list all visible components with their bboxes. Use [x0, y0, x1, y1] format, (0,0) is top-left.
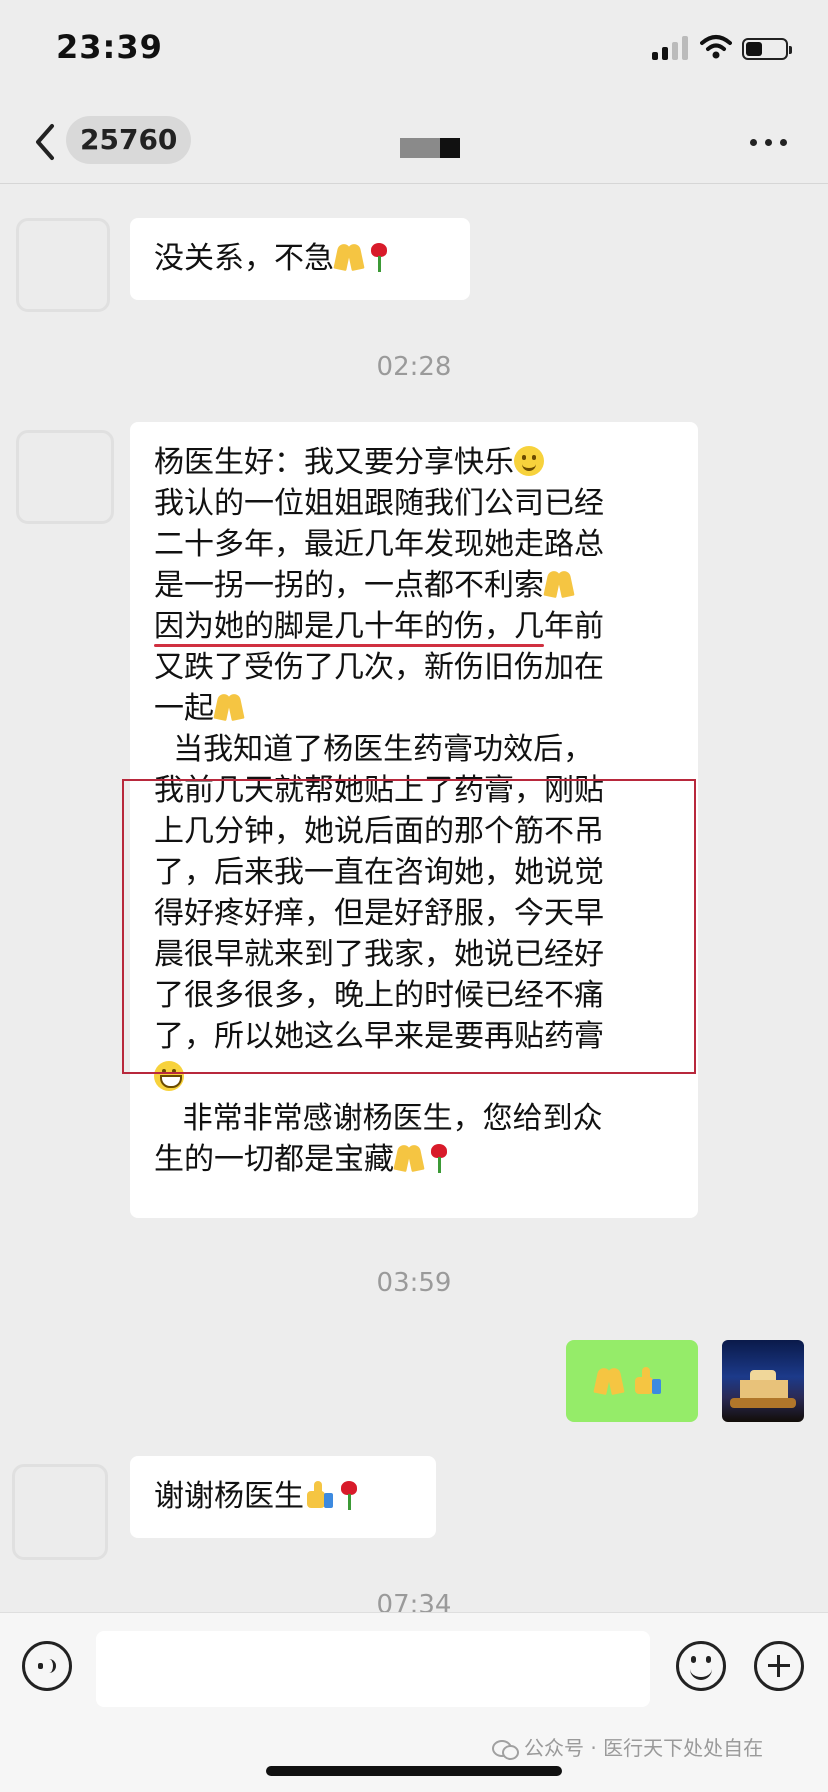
timestamp: 02:28: [376, 352, 452, 382]
watermark: 公众号 · 医行天下处处自在: [492, 1732, 763, 1761]
input-bar: [0, 1612, 828, 1792]
smile-icon: [514, 446, 544, 476]
chat-title-redacted: [400, 138, 460, 158]
message-bubble[interactable]: 没关系，不急: [130, 218, 470, 300]
battery-icon: [742, 38, 792, 60]
message-text: 生的一切都是宝藏: [154, 1142, 394, 1177]
back-chevron-icon[interactable]: [30, 122, 60, 162]
red-underline-annotation: [154, 644, 544, 647]
chat-header: 25760: [0, 100, 828, 184]
wechat-logo-icon: [492, 1738, 519, 1760]
message-line: 又跌了受伤了几次，新伤旧伤加在: [154, 650, 604, 685]
message-line: 非常非常感谢杨医生，您给到众: [154, 1101, 603, 1136]
rose-icon: [334, 1480, 364, 1510]
folded-hands-icon: [544, 569, 574, 599]
message-line: 杨医生好：我又要分享快乐: [154, 442, 674, 483]
emoji-picker-icon[interactable]: [676, 1641, 726, 1691]
message-bubble[interactable]: 谢谢杨医生: [130, 1456, 436, 1538]
message-line: 一起: [154, 688, 674, 729]
message-text: 杨医生好：我又要分享快乐: [154, 445, 514, 480]
folded-hands-icon: [214, 692, 244, 722]
status-time: 23:39: [56, 28, 163, 66]
more-actions-plus-icon[interactable]: [754, 1641, 804, 1691]
rose-icon: [364, 242, 394, 272]
wifi-icon: [700, 35, 732, 59]
voice-input-icon[interactable]: [22, 1641, 72, 1691]
folded-hands-icon: [594, 1366, 624, 1396]
my-avatar[interactable]: [722, 1340, 804, 1422]
message-line: 生的一切都是宝藏: [154, 1139, 674, 1180]
message-text: 我认的一位姐姐跟随我们公司已经 二十多年，最近几年发现她走路总 是一拐一拐的，一…: [154, 486, 604, 603]
folded-hands-icon: [334, 242, 364, 272]
avatar[interactable]: [16, 218, 110, 312]
avatar[interactable]: [16, 430, 114, 524]
message-text: 谢谢杨医生: [154, 1479, 304, 1514]
message-text: 没关系，不急: [154, 241, 334, 276]
message-paragraph: 我认的一位姐姐跟随我们公司已经 二十多年，最近几年发现她走路总 是一拐一拐的，一…: [154, 483, 674, 606]
message-line: 当我知道了杨医生药膏功效后，: [154, 732, 594, 767]
status-bar: 23:39: [0, 0, 828, 100]
avatar[interactable]: [12, 1464, 108, 1560]
my-message-bubble[interactable]: [566, 1340, 698, 1422]
watermark-text: 公众号 · 医行天下处处自在: [524, 1736, 764, 1760]
unread-count-badge[interactable]: 25760: [66, 116, 192, 164]
message-input[interactable]: [96, 1631, 650, 1707]
red-highlight-box: [122, 779, 696, 1074]
rose-icon: [424, 1143, 454, 1173]
more-options-icon[interactable]: [748, 136, 792, 150]
message-text: 一起: [154, 691, 214, 726]
cellular-signal-icon: [652, 36, 690, 60]
message-line: 因为她的脚是几十年的伤，几年前: [154, 609, 604, 644]
home-indicator[interactable]: [266, 1766, 562, 1776]
thumbs-up-icon: [304, 1480, 334, 1510]
folded-hands-icon: [394, 1143, 424, 1173]
timestamp: 03:59: [376, 1268, 452, 1298]
thumbs-up-icon: [632, 1366, 662, 1396]
